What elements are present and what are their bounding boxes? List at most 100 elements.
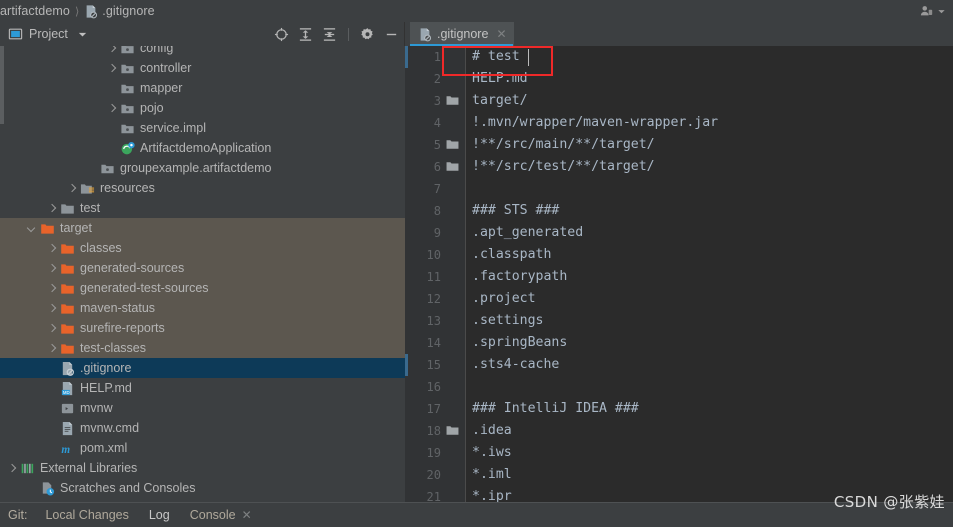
tree-node-external-libraries[interactable]: External Libraries <box>0 458 405 478</box>
editor-line[interactable]: 7 <box>405 178 953 200</box>
tree-node-test[interactable]: test <box>0 198 405 218</box>
editor-line[interactable]: 18 .idea <box>405 420 953 442</box>
tree-node-surefire-reports[interactable]: surefire-reports <box>0 318 405 338</box>
tree-node-label: surefire-reports <box>80 321 165 335</box>
tree-node-generated-test-sources[interactable]: generated-test-sources <box>0 278 405 298</box>
excluded-folder-icon <box>60 321 75 336</box>
gutter-folder-icon[interactable] <box>446 95 459 106</box>
user-account-icon[interactable] <box>919 4 934 18</box>
tree-node-test-classes[interactable]: test-classes <box>0 338 405 358</box>
editor-line[interactable]: 2 HELP.md <box>405 68 953 90</box>
gitignore-file-icon <box>60 361 75 376</box>
status-tab-console[interactable]: Console <box>180 503 246 527</box>
editor-line[interactable]: 14 .springBeans <box>405 332 953 354</box>
breadcrumb-item-project[interactable]: artifactdemo <box>0 4 70 18</box>
close-icon[interactable]: ✕ <box>496 27 506 41</box>
editor-line[interactable]: 6 !**/src/test/**/target/ <box>405 156 953 178</box>
tree-node-artifactdemoapplication[interactable]: ArtifactdemoApplication <box>0 138 405 158</box>
tree-node-groupexample-artifactdemo[interactable]: groupexample.artifactdemo <box>0 158 405 178</box>
tree-node-pojo[interactable]: pojo <box>0 98 405 118</box>
editor-line[interactable]: 15 .sts4-cache <box>405 354 953 376</box>
code-text: .sts4-cache <box>472 357 560 372</box>
account-area[interactable] <box>919 4 953 18</box>
project-tree[interactable]: config controller mapper pojo service.impl Ar… <box>0 46 405 502</box>
code-text: *.iml <box>472 467 512 482</box>
editor-line[interactable]: 12 .project <box>405 288 953 310</box>
status-tab-log[interactable]: Log <box>138 503 180 527</box>
chevron-down-icon[interactable] <box>26 223 37 234</box>
tree-node-target[interactable]: target <box>0 218 405 238</box>
tree-node-resources[interactable]: resources <box>0 178 405 198</box>
editor-line[interactable]: 13 .settings <box>405 310 953 332</box>
tree-node-label: test-classes <box>80 341 146 355</box>
chevron-right-icon[interactable] <box>46 243 57 254</box>
chevron-right-icon[interactable] <box>46 323 57 334</box>
breadcrumb-item-file[interactable]: .gitignore <box>84 4 155 19</box>
editor-line[interactable]: 1 # test <box>405 46 953 68</box>
editor-line[interactable]: 4 !.mvn/wrapper/maven-wrapper.jar <box>405 112 953 134</box>
editor-line[interactable]: 10 .classpath <box>405 244 953 266</box>
chevron-right-icon[interactable] <box>106 63 117 74</box>
editor-line[interactable]: 17 ### IntelliJ IDEA ### <box>405 398 953 420</box>
editor-line[interactable]: 8 ### STS ### <box>405 200 953 222</box>
chevron-down-icon[interactable] <box>937 7 946 16</box>
code-text: ### IntelliJ IDEA ### <box>472 401 639 416</box>
code-text: !**/src/main/**/target/ <box>472 137 655 152</box>
tree-node-config[interactable]: config <box>0 46 405 58</box>
line-number: 6 <box>433 160 441 174</box>
tree-node-mvnw-cmd[interactable]: mvnw.cmd <box>0 418 405 438</box>
code-text: # test <box>472 49 520 64</box>
collapse-all-icon[interactable] <box>322 27 337 42</box>
package-folder-icon <box>120 121 135 136</box>
chevron-right-icon[interactable] <box>46 303 57 314</box>
settings-gear-icon[interactable] <box>360 27 375 42</box>
close-icon[interactable]: ✕ <box>242 508 252 522</box>
status-tab-local-changes[interactable]: Local Changes <box>35 503 138 527</box>
tree-node-mvnw[interactable]: mvnw <box>0 398 405 418</box>
excluded-folder-icon <box>60 241 75 256</box>
expand-all-icon[interactable] <box>298 27 313 42</box>
scratches-icon <box>40 481 55 496</box>
tree-node-label: config <box>140 46 174 55</box>
chevron-right-icon[interactable] <box>106 46 117 54</box>
editor-line[interactable]: 11 .factorypath <box>405 266 953 288</box>
tree-node-scratches-and-consoles[interactable]: Scratches and Consoles <box>0 478 405 498</box>
chevron-right-icon[interactable] <box>46 263 57 274</box>
tree-node-maven-status[interactable]: maven-status <box>0 298 405 318</box>
tree-node-label: Scratches and Consoles <box>60 481 196 495</box>
scroll-from-source-icon[interactable] <box>274 27 289 42</box>
editor-tab-gitignore[interactable]: .gitignore ✕ <box>410 22 514 46</box>
tree-node-classes[interactable]: classes <box>0 238 405 258</box>
chevron-down-icon[interactable] <box>77 29 88 40</box>
code-editor[interactable]: 1 # test 2 HELP.md 3 target/4 !.mvn/wrapper/ma… <box>405 46 953 502</box>
tree-node-help-md[interactable]: MD HELP.md <box>0 378 405 398</box>
excluded-folder-icon <box>61 283 74 294</box>
chevron-right-icon[interactable] <box>46 343 57 354</box>
tree-node-controller[interactable]: controller <box>0 58 405 78</box>
editor-line[interactable]: 9 .apt_generated <box>405 222 953 244</box>
gutter-folder-icon[interactable] <box>446 425 459 436</box>
gutter-folder-icon[interactable] <box>446 161 459 172</box>
chevron-right-icon[interactable] <box>46 283 57 294</box>
code-text: .project <box>472 291 536 306</box>
tree-node-service-impl[interactable]: service.impl <box>0 118 405 138</box>
chevron-right-icon[interactable] <box>6 463 17 474</box>
editor-line[interactable]: 20 *.iml <box>405 464 953 486</box>
chevron-right-icon[interactable] <box>106 103 117 114</box>
tree-node-label: External Libraries <box>40 461 138 475</box>
tree-node-pom-xml[interactable]: m pom.xml <box>0 438 405 458</box>
editor-line[interactable]: 19 *.iws <box>405 442 953 464</box>
excluded-folder-icon <box>61 323 74 334</box>
editor-line[interactable]: 16 <box>405 376 953 398</box>
tree-node-generated-sources[interactable]: generated-sources <box>0 258 405 278</box>
chevron-right-icon[interactable] <box>46 203 57 214</box>
tree-node-gitignore[interactable]: .gitignore <box>0 358 405 378</box>
tree-node-mapper[interactable]: mapper <box>0 78 405 98</box>
chevron-right-icon[interactable] <box>66 183 77 194</box>
hide-panel-icon[interactable] <box>384 27 399 42</box>
editor-line[interactable]: 5 !**/src/main/**/target/ <box>405 134 953 156</box>
editor-line[interactable]: 3 target/ <box>405 90 953 112</box>
maven-pom-icon: m <box>60 441 75 456</box>
line-number: 9 <box>433 226 441 240</box>
gutter-folder-icon[interactable] <box>446 139 459 150</box>
